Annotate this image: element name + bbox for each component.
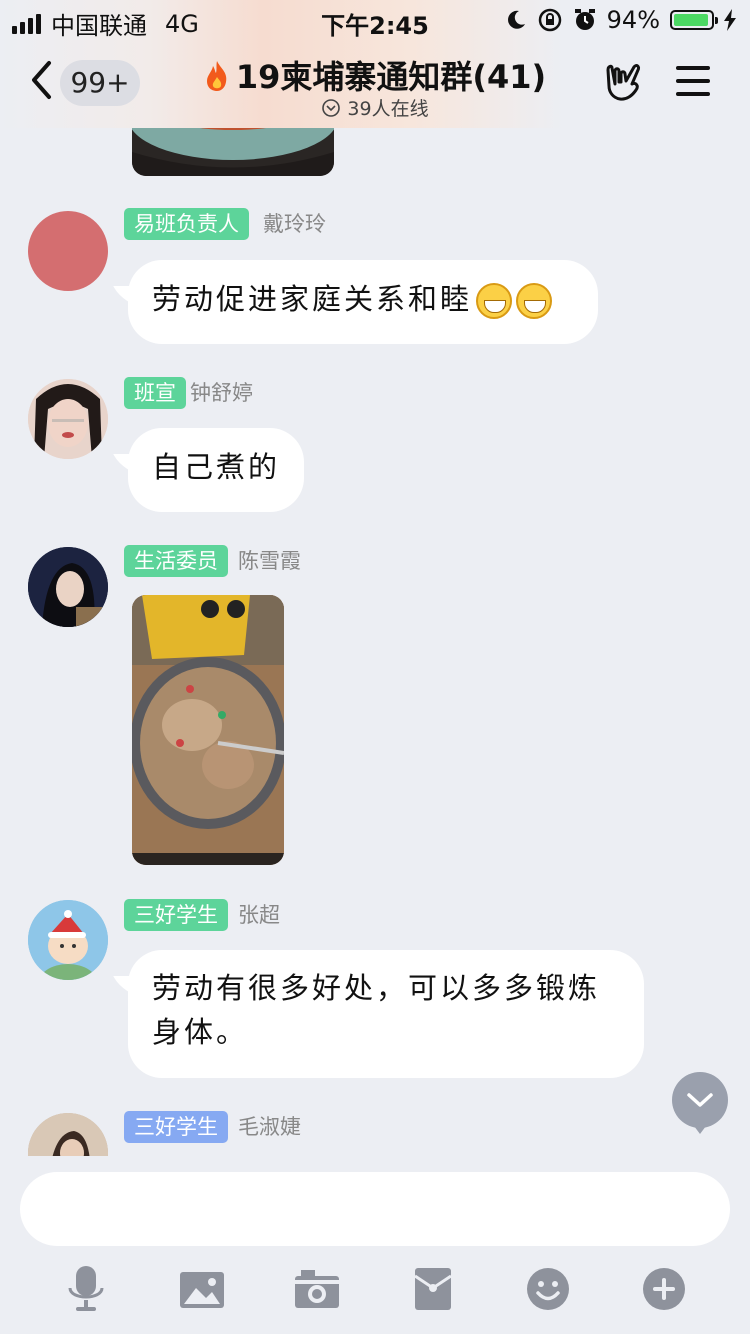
sender-name[interactable]: 戴玲玲 [263, 208, 326, 240]
cartoon-avatar-image [28, 900, 108, 980]
battery-level-fill [674, 14, 708, 26]
red-packet-icon[interactable] [409, 1266, 457, 1312]
role-badge: 三好学生 [124, 899, 228, 931]
fire-icon [206, 61, 227, 91]
role-badge: 班宣 [124, 377, 186, 409]
rotation-lock-icon [538, 8, 561, 32]
alarm-icon [574, 9, 595, 30]
food-image [132, 595, 284, 865]
chevron-down-icon [687, 1093, 713, 1134]
message-text: 自己煮的 [152, 450, 281, 484]
avatar[interactable] [28, 211, 108, 291]
avatar[interactable] [28, 900, 108, 980]
message-text: 劳动促进家庭关系和睦 [152, 282, 473, 316]
hand-gesture-icon[interactable] [604, 62, 644, 102]
role-badge: 易班负责人 [124, 208, 249, 240]
grinning-face-icon [516, 283, 553, 319]
moon-icon [507, 10, 525, 29]
group-name: 19柬埔寨通知群(41) [235, 58, 547, 96]
emoji-icon[interactable] [524, 1266, 572, 1312]
portrait-image [28, 1113, 108, 1156]
online-count: 39人在线 [347, 98, 429, 120]
sender-name[interactable]: 钟舒婷 [190, 377, 253, 409]
image-icon[interactable] [178, 1266, 226, 1312]
message-list[interactable]: 易班负责人 戴玲玲 劳动促进家庭关系和睦 班宣 钟舒婷 自己煮的 生活委员 陈雪… [0, 128, 750, 1156]
avatar[interactable] [28, 379, 108, 459]
role-badge: 三好学生 [124, 1111, 228, 1143]
message-text: 劳动有很多好处，可以多多锻炼身体。 [152, 971, 601, 1049]
message-input[interactable] [20, 1172, 730, 1246]
menu-icon[interactable] [676, 66, 710, 96]
message-bubble[interactable]: 劳动促进家庭关系和睦 [128, 260, 598, 344]
grinning-face-icon [476, 283, 513, 319]
online-chevron-icon [322, 99, 341, 117]
portrait-image [28, 379, 108, 459]
plus-icon[interactable] [640, 1266, 688, 1312]
avatar[interactable] [28, 1113, 108, 1156]
battery-percent: 94% [606, 6, 660, 34]
camera-icon[interactable] [293, 1266, 341, 1312]
message-bubble[interactable]: 劳动有很多好处，可以多多锻炼身体。 [128, 950, 644, 1078]
sender-name[interactable]: 张超 [238, 899, 280, 931]
microphone-icon[interactable] [62, 1266, 110, 1312]
role-badge: 生活委员 [124, 545, 228, 577]
avatar[interactable] [28, 547, 108, 627]
charging-bolt-icon [724, 9, 736, 31]
scroll-to-bottom-button[interactable] [672, 1072, 728, 1134]
battery-icon [670, 10, 718, 30]
food-photo[interactable] [132, 595, 284, 865]
message-bubble[interactable]: 自己煮的 [128, 428, 304, 512]
portrait-image [28, 547, 108, 627]
previous-message-photo[interactable] [132, 128, 334, 176]
status-bar: 中国联通 4G 下午2:45 94% [0, 0, 750, 40]
input-area [0, 1156, 750, 1334]
bowl-image [132, 128, 334, 176]
sender-name[interactable]: 毛淑婕 [238, 1111, 301, 1143]
sender-name[interactable]: 陈雪霞 [238, 545, 301, 577]
